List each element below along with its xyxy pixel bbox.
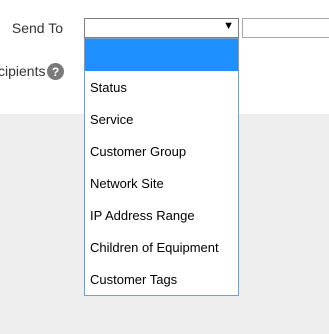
send-to-label: Send To — [11, 20, 63, 36]
dropdown-option-customer-group[interactable]: Customer Group — [85, 135, 238, 167]
recipients-label: cipients — [0, 63, 46, 79]
chevron-down-icon: ▼ — [223, 20, 234, 32]
dropdown-option-network-site[interactable]: Network Site — [85, 167, 238, 199]
dropdown-option-customer-tags[interactable]: Customer Tags — [85, 263, 238, 295]
dropdown-option-service[interactable]: Service — [85, 103, 238, 135]
send-to-text-input[interactable] — [242, 18, 329, 38]
dropdown-option-children-of-equipment[interactable]: Children of Equipment — [85, 231, 238, 263]
help-icon[interactable]: ? — [47, 63, 64, 80]
dropdown-option-status[interactable]: Status — [85, 71, 238, 103]
send-to-select[interactable]: ▼ — [84, 18, 239, 38]
send-to-dropdown-list: Status Service Customer Group Network Si… — [84, 38, 239, 296]
dropdown-option-ip-address-range[interactable]: IP Address Range — [85, 199, 238, 231]
dropdown-option-blank[interactable] — [85, 39, 238, 71]
